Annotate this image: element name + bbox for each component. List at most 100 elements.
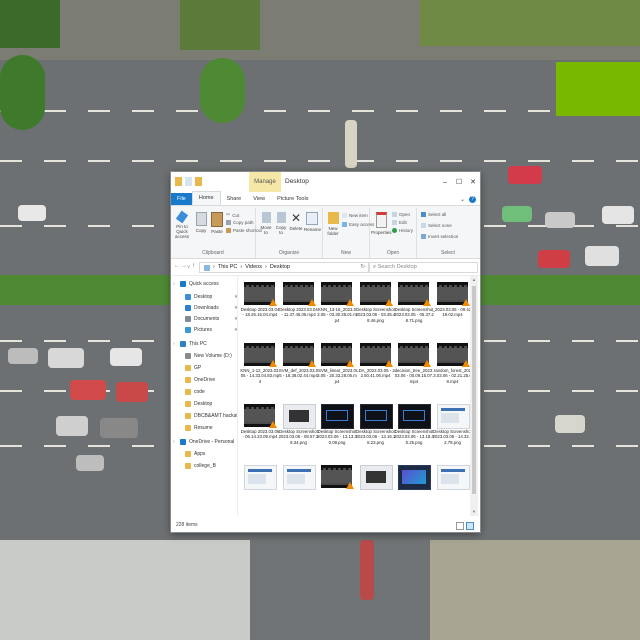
sidebar-item[interactable]: Downloads ✱ <box>185 303 237 313</box>
navigation-pane[interactable]: › Quick access Desktop ✱ Downloads ✱ Documents… <box>171 276 238 516</box>
sidebar-item[interactable]: Quick access <box>180 279 237 289</box>
sidebar-item[interactable]: OneDrive <box>185 375 237 385</box>
new-item-button[interactable]: New item <box>342 213 368 218</box>
breadcrumb-this-pc[interactable]: This PC <box>218 263 238 272</box>
expand-chevron-icon[interactable]: › <box>173 281 175 287</box>
file-item[interactable]: Desktop Screenshot 2023.03.06 - 13.16.16… <box>356 400 395 461</box>
file-item[interactable]: decision_tree_2023.03.06 - 00.09.15.07.m… <box>395 339 433 400</box>
file-item[interactable]: Desktop Screenshot 2023.03.06 - 13.18.45… <box>394 400 434 461</box>
file-item[interactable] <box>396 461 432 516</box>
copy-to-button[interactable]: Copy to <box>274 212 288 235</box>
sidebar-item[interactable]: OneDrive - Personal <box>180 437 237 447</box>
select-all-label: Select all <box>428 212 447 217</box>
select-all-button[interactable]: Select all <box>421 212 446 217</box>
sidebar-item[interactable]: DBCB&AMT hackathon <box>185 411 237 421</box>
breadcrumb-desktop[interactable]: Desktop <box>270 263 290 272</box>
rename-button[interactable]: Rename <box>304 212 321 232</box>
sidebar-item[interactable]: Pictures ✱ <box>185 325 237 335</box>
file-item[interactable] <box>242 461 278 516</box>
edit-button[interactable]: Edit <box>392 220 407 225</box>
file-item[interactable]: Desktop 2023.03.04 - 18.26.16.04.mp4 <box>241 278 279 339</box>
tab-view[interactable]: View <box>247 193 271 205</box>
delete-button[interactable]: ✕ Delete <box>289 212 303 231</box>
file-item[interactable]: KNN_13-16_2023.03.05 - 03.30.35.01.mp4 <box>317 278 357 339</box>
manage-contextual-tab[interactable]: Manage <box>249 172 281 192</box>
file-item[interactable] <box>358 461 394 516</box>
refresh-icon[interactable]: ↻ <box>360 263 368 272</box>
chevron-down-icon[interactable]: ⌄ <box>460 196 465 203</box>
file-list[interactable]: Desktop 2023.03.04 - 18.26.16.04.mp4 Desk… <box>238 276 470 516</box>
sidebar-item[interactable]: Apps <box>185 449 237 459</box>
sidebar-item[interactable]: Desktop <box>185 399 237 409</box>
breadcrumb[interactable]: › This PC › Videos › Desktop ↻ <box>199 262 369 273</box>
file-item[interactable]: Desktop Screenshot 2023.03.05 - 05.37.28… <box>394 278 434 339</box>
sidebar-item[interactable]: This PC <box>180 339 237 349</box>
file-item[interactable]: Desktop Screenshot 2023.03.05 - 03.35.48… <box>356 278 395 339</box>
close-button[interactable]: ✕ <box>466 172 480 192</box>
sidebar-item[interactable]: New Volume (D:) <box>185 351 237 361</box>
history-button[interactable]: History <box>392 228 413 233</box>
tab-home[interactable]: Home <box>191 191 221 205</box>
new-folder-icon[interactable] <box>195 177 202 186</box>
file-item[interactable]: Desktop 2023.03.04 - 11.37.45.05.mp4 <box>279 278 318 339</box>
file-item[interactable] <box>435 461 471 516</box>
minimize-button[interactable]: – <box>438 172 452 192</box>
scrollbar-thumb[interactable] <box>472 286 476 494</box>
tab-picture-tools[interactable]: Picture Tools <box>271 193 314 205</box>
cut-label: Cut <box>232 212 240 218</box>
cut-button[interactable]: ✂ Cut <box>226 212 239 218</box>
sidebar-item[interactable]: Documents ✱ <box>185 314 237 324</box>
tab-file[interactable]: File <box>171 193 192 205</box>
file-explorer-window[interactable]: Manage Desktop – ☐ ✕ File Home Share Vie… <box>171 172 480 532</box>
sidebar-item[interactable]: Desktop ✱ <box>185 292 237 302</box>
file-item[interactable] <box>281 461 317 516</box>
file-item[interactable]: random_forest_2023.03.06 - 02.21.25.08.m… <box>433 339 470 400</box>
expand-chevron-icon[interactable]: › <box>173 439 175 445</box>
up-button[interactable]: ↑ <box>192 263 195 269</box>
scroll-down-arrow[interactable]: ▼ <box>470 508 478 516</box>
invert-selection-button[interactable]: Invert selection <box>421 234 458 239</box>
title-bar[interactable]: Manage Desktop – ☐ ✕ <box>171 172 480 192</box>
help-icon[interactable]: ? <box>469 195 476 203</box>
maximize-button[interactable]: ☐ <box>452 172 466 192</box>
new-folder-button[interactable]: New folder <box>325 212 341 236</box>
vertical-scrollbar[interactable]: ▲ ▼ <box>470 276 478 516</box>
file-item[interactable]: Desktop Screenshot 2023.03.06 - 08.57.38… <box>279 400 318 461</box>
file-item[interactable]: LDA_2023.03.05 - 22.50.41.06.mp4 <box>356 339 395 400</box>
breadcrumb-videos[interactable]: Videos <box>245 263 262 272</box>
file-item[interactable]: Desktop 2023.03.06 - 06.14.23.09.mp4 <box>241 400 279 461</box>
file-item[interactable]: SVM_def_2023.03.05 - 18.38.02.44.mp4 <box>279 339 318 400</box>
file-item[interactable]: Desktop Screenshot 2023.03.06 - 13.13.30… <box>317 400 357 461</box>
file-item[interactable]: Desktop Screenshot 2023.03.06 - 14.32.02… <box>433 400 470 461</box>
copy-button[interactable]: Copy <box>194 212 208 233</box>
sidebar-item[interactable]: college_B <box>185 461 237 471</box>
large-icons-view-button[interactable] <box>466 522 474 530</box>
wallpaper-lane <box>0 160 640 162</box>
pin-quick-access-button[interactable]: Pin to Quick access <box>173 210 191 239</box>
file-item[interactable]: SVM_linear_2023.03.05 - 20.33.28.05.mp4 <box>317 339 357 400</box>
copy-path-button[interactable]: Copy path <box>226 220 254 225</box>
sidebar-item[interactable]: Resume <box>185 423 237 433</box>
search-icon: ⌕ <box>373 264 377 270</box>
file-item[interactable]: KNN_1-12_2023.03.05 - 14.33.04.83.mp4 <box>240 339 280 400</box>
expand-chevron-icon[interactable]: › <box>173 341 175 347</box>
recent-locations-button[interactable]: ∨ <box>187 264 190 270</box>
sidebar-item[interactable]: code <box>185 387 237 397</box>
paste-button[interactable]: Paste <box>209 212 225 234</box>
properties-button[interactable]: Properties <box>371 212 392 235</box>
folder-icon[interactable] <box>175 177 182 186</box>
sidebar-item-label: Downloads <box>194 305 219 311</box>
sidebar-item[interactable]: GP <box>185 363 237 373</box>
details-view-button[interactable] <box>456 522 464 530</box>
search-input[interactable]: ⌕ Search Desktop <box>369 262 478 273</box>
tab-share[interactable]: Share <box>221 193 248 205</box>
select-none-button[interactable]: Select none <box>421 223 452 228</box>
back-button[interactable]: ← <box>174 263 180 269</box>
open-button[interactable]: Open <box>392 212 410 217</box>
properties-icon[interactable] <box>185 177 192 186</box>
scroll-up-arrow[interactable]: ▲ <box>470 276 478 284</box>
move-to-button[interactable]: Move to <box>259 212 273 235</box>
file-item[interactable]: _2023.03.05 - 09.42.19.02.mp4 <box>433 278 470 339</box>
file-item[interactable] <box>319 461 355 516</box>
file-name: random_forest_2023.03.06 - 02.21.25.08.m… <box>433 368 470 384</box>
